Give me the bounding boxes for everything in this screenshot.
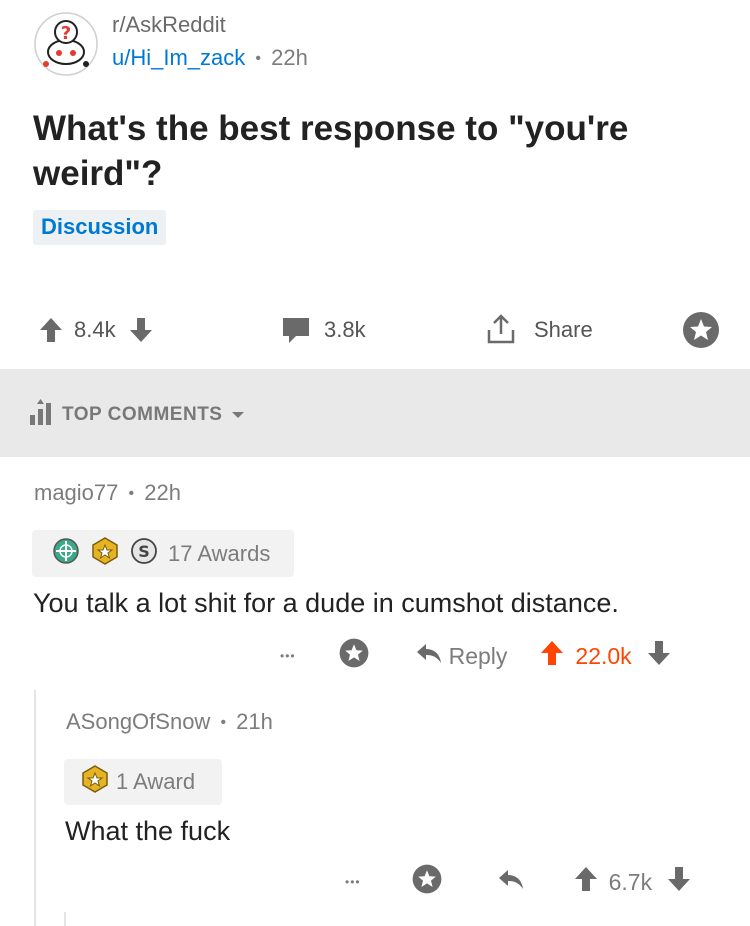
award-gold-icon <box>80 764 110 800</box>
comment-body: You talk a lot shit for a dude in cumsho… <box>33 588 619 618</box>
awards-count: 1 Award <box>116 769 196 794</box>
comment-age: 22h <box>144 480 181 505</box>
share-button[interactable]: Share <box>484 305 593 355</box>
upvote-icon[interactable] <box>539 639 565 673</box>
comment-actions: ••• 6.7k <box>345 862 692 902</box>
save-star-icon[interactable] <box>411 863 443 901</box>
comment-icon <box>280 315 312 345</box>
post-action-bar: 8.4k 3.8k Share <box>0 305 750 355</box>
award-silver-icon: S <box>130 537 158 571</box>
comment-score: 6.7k <box>608 868 653 895</box>
reply-arrow-icon[interactable] <box>497 867 525 897</box>
meta-separator: • <box>128 485 135 503</box>
upvote-icon[interactable] <box>573 865 599 899</box>
post-title[interactable]: What's the best response to "you're weir… <box>33 106 723 196</box>
downvote-icon[interactable] <box>646 639 672 673</box>
reply-label: Reply <box>448 642 508 669</box>
comment-body: What the fuck <box>65 816 231 846</box>
thread-line <box>64 912 66 926</box>
chevron-down-icon <box>230 404 246 426</box>
awards-row[interactable]: 1 Award <box>64 759 222 805</box>
post-score: 8.4k <box>74 317 116 342</box>
meta-separator: • <box>220 714 227 732</box>
comment-meta: magio77 • 22h <box>34 480 181 506</box>
downvote-icon[interactable] <box>666 865 692 899</box>
sort-label: TOP COMMENTS <box>62 404 223 425</box>
meta-separator: • <box>255 50 262 68</box>
reply-button[interactable]: Reply <box>415 641 508 671</box>
post-vote-group: 8.4k <box>38 305 154 355</box>
comment-score: 22.0k <box>575 642 632 669</box>
svg-text:?: ? <box>61 23 71 44</box>
comments-button[interactable]: 3.8k <box>280 305 366 355</box>
post-author[interactable]: u/Hi_Im_zack <box>112 45 245 70</box>
save-button[interactable] <box>681 305 721 355</box>
more-dots-icon[interactable]: ••• <box>280 649 296 663</box>
thread-line <box>34 690 36 926</box>
save-star-icon <box>681 310 721 350</box>
top-comments-icon <box>30 399 52 431</box>
comment-age: 21h <box>236 709 273 734</box>
award-globe-icon <box>52 537 80 571</box>
sort-bar: TOP COMMENTS <box>0 369 750 457</box>
awards-count: 17 Awards <box>168 540 271 566</box>
award-gold-icon <box>90 536 120 572</box>
downvote-icon[interactable] <box>128 316 154 344</box>
share-icon <box>484 312 518 348</box>
subreddit-name[interactable]: r/AskReddit <box>112 12 226 38</box>
comment-count: 3.8k <box>324 317 366 342</box>
upvote-icon[interactable] <box>38 316 64 344</box>
svg-text:S: S <box>138 542 150 561</box>
awards-row[interactable]: S 17 Awards <box>32 530 294 577</box>
askreddit-avatar-icon[interactable]: ? <box>34 12 98 76</box>
comment-actions: ••• Reply 22.0k <box>280 636 672 676</box>
sort-dropdown[interactable]: TOP COMMENTS <box>30 399 246 431</box>
post-age: 22h <box>271 45 308 70</box>
more-dots-icon[interactable]: ••• <box>345 875 361 889</box>
reply-arrow-icon <box>415 641 443 671</box>
save-star-icon[interactable] <box>338 637 370 675</box>
share-label: Share <box>534 317 593 342</box>
post-flair[interactable]: Discussion <box>33 210 167 245</box>
comment-meta: ASongOfSnow • 21h <box>66 709 273 735</box>
comment-author[interactable]: magio77 <box>34 480 118 505</box>
post-header: ? r/AskReddit u/Hi_Im_zack • 22h <box>0 0 750 90</box>
post-meta: u/Hi_Im_zack • 22h <box>112 45 308 71</box>
comment-author[interactable]: ASongOfSnow <box>66 709 210 734</box>
